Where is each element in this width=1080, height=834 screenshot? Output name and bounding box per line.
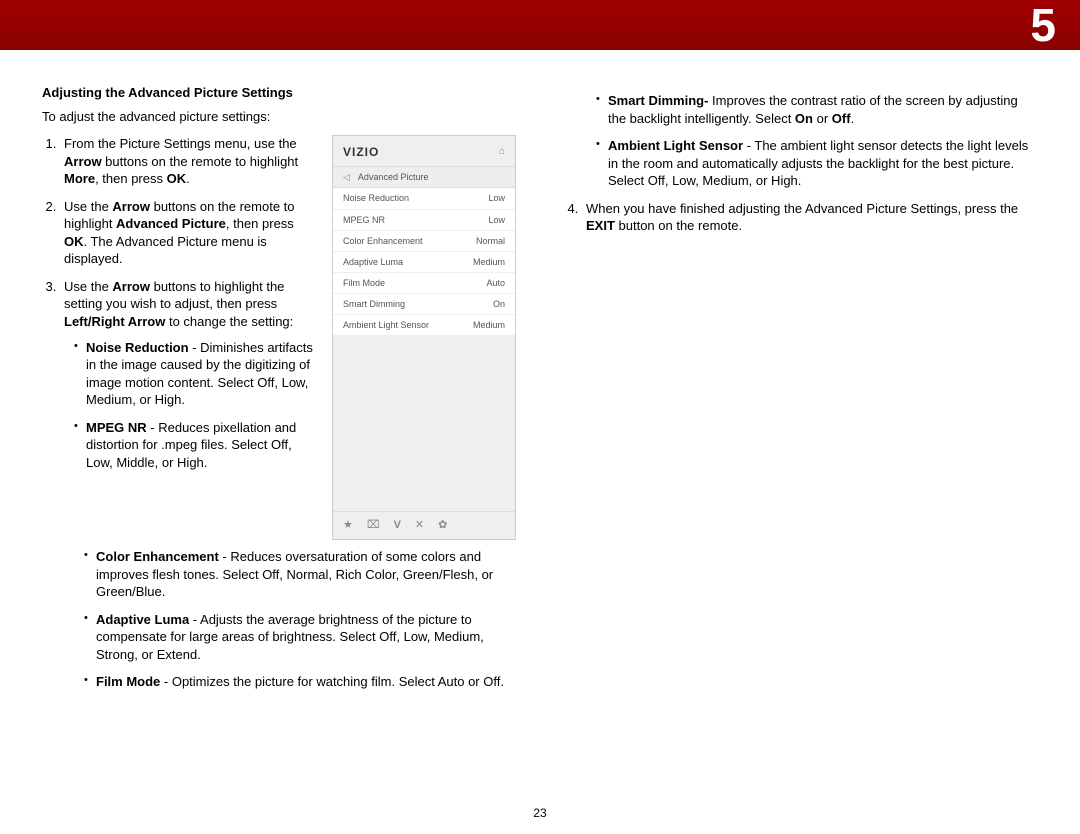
bullet-ambient-light: Ambient Light Sensor - The ambient light… bbox=[596, 137, 1038, 190]
step-1: From the Picture Settings menu, use the … bbox=[60, 135, 318, 188]
tv-menu-footer: ★ ⌧ V ✕ ✿ bbox=[333, 511, 515, 539]
bullet-film-mode: Film Mode - Optimizes the picture for wa… bbox=[84, 673, 516, 691]
chapter-band: 5 bbox=[0, 0, 1080, 50]
star-icon: ★ bbox=[343, 518, 353, 533]
menu-row: Ambient Light SensorMedium bbox=[333, 315, 515, 336]
steps-list: From the Picture Settings menu, use the … bbox=[42, 135, 318, 471]
home-icon: ⌂ bbox=[499, 145, 505, 159]
tv-menu-header: VIZIO ⌂ bbox=[333, 136, 515, 166]
tv-menu-spacer bbox=[333, 336, 515, 511]
menu-row: MPEG NRLow bbox=[333, 210, 515, 231]
content-area: Adjusting the Advanced Picture Settings … bbox=[42, 84, 1038, 794]
menu-row: Noise ReductionLow bbox=[333, 188, 515, 209]
bullet-color-enhancement: Color Enhancement - Reduces oversaturati… bbox=[84, 548, 516, 601]
left-inner: From the Picture Settings menu, use the … bbox=[42, 135, 516, 540]
back-icon: ◁ bbox=[343, 171, 350, 183]
steps-list-right: When you have finished adjusting the Adv… bbox=[564, 200, 1038, 235]
menu-row: Adaptive LumaMedium bbox=[333, 252, 515, 273]
tv-menu-title-row: ◁ Advanced Picture bbox=[333, 166, 515, 188]
right-column: Smart Dimming- Improves the contrast rat… bbox=[564, 84, 1038, 794]
v-icon: V bbox=[394, 518, 401, 533]
tv-icon: ⌧ bbox=[367, 518, 380, 533]
left-column: Adjusting the Advanced Picture Settings … bbox=[42, 84, 516, 794]
intro-text: To adjust the advanced picture settings: bbox=[42, 108, 516, 126]
bullet-adaptive-luma: Adaptive Luma - Adjusts the average brig… bbox=[84, 611, 516, 664]
tv-menu-list: Noise ReductionLow MPEG NRLow Color Enha… bbox=[333, 188, 515, 336]
tv-menu-figure: VIZIO ⌂ ◁ Advanced Picture Noise Reducti… bbox=[332, 135, 516, 540]
close-icon: ✕ bbox=[415, 518, 424, 533]
menu-row: Smart DimmingOn bbox=[333, 294, 515, 315]
menu-row: Film ModeAuto bbox=[333, 273, 515, 294]
bullet-smart-dimming: Smart Dimming- Improves the contrast rat… bbox=[596, 92, 1038, 127]
gear-icon: ✿ bbox=[438, 518, 447, 533]
step-2: Use the Arrow buttons on the remote to h… bbox=[60, 198, 318, 268]
chapter-number: 5 bbox=[1030, 0, 1056, 52]
bullets-step3-narrow: Noise Reduction - Diminishes artifacts i… bbox=[64, 339, 318, 472]
tv-menu-title: Advanced Picture bbox=[358, 171, 429, 183]
section-title: Adjusting the Advanced Picture Settings bbox=[42, 84, 516, 102]
step-3: Use the Arrow buttons to highlight the s… bbox=[60, 278, 318, 471]
page-number: 23 bbox=[0, 806, 1080, 820]
bullets-step3-wide: Color Enhancement - Reduces oversaturati… bbox=[42, 548, 516, 691]
bullet-noise-reduction: Noise Reduction - Diminishes artifacts i… bbox=[74, 339, 318, 409]
menu-row: Color EnhancementNormal bbox=[333, 231, 515, 252]
tv-logo: VIZIO bbox=[343, 144, 379, 160]
left-text-block: From the Picture Settings menu, use the … bbox=[42, 135, 318, 540]
step-4: When you have finished adjusting the Adv… bbox=[582, 200, 1038, 235]
manual-page: 5 Adjusting the Advanced Picture Setting… bbox=[0, 0, 1080, 834]
bullets-right: Smart Dimming- Improves the contrast rat… bbox=[564, 92, 1038, 190]
bullet-mpeg-nr: MPEG NR - Reduces pixellation and distor… bbox=[74, 419, 318, 472]
